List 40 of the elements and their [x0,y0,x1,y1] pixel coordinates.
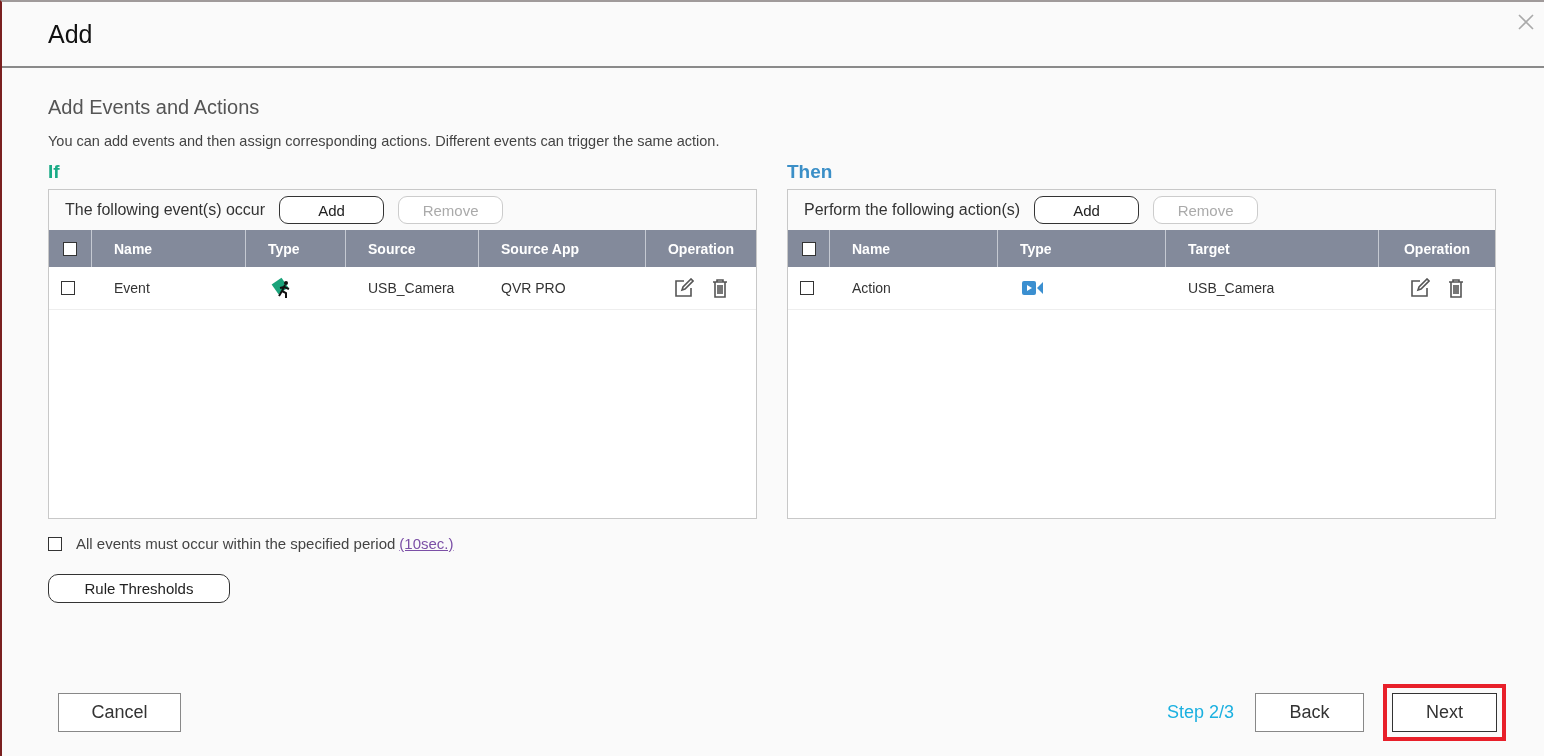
add-button[interactable]: Add [279,196,385,224]
description-text: You can add events and then assign corresponding actions. Different events can trigger the same action. [48,133,721,149]
period-checkbox[interactable] [48,536,62,551]
column-header: Type [246,230,346,267]
row-checkbox[interactable] [800,281,814,295]
column-header: Target [1166,230,1379,267]
period-label: All events must occur within the specified period [76,535,396,552]
next-button[interactable]: Next [1392,692,1497,732]
section-title: Add Events and Actions [48,96,261,119]
column-header: Type [998,230,1166,267]
select-all-checkbox[interactable] [802,241,816,256]
column-header: Name [830,230,998,267]
edit-icon[interactable] [1410,278,1430,298]
panel-caption: Perform the following action(s) [804,201,1021,219]
column-header: Source App [479,230,646,267]
row-checkbox[interactable] [61,281,75,295]
dialog-title: Add [48,19,93,49]
panel-caption: The following event(s) occur [65,201,266,219]
column-header: Name [92,230,246,267]
rule-thresholds-button[interactable]: Rule Thresholds [48,574,230,603]
period-link[interactable]: (10sec.) [399,535,454,552]
table-cell: USB_Camera [1166,267,1379,310]
cancel-button[interactable]: Cancel [58,692,181,732]
table-cell: Event [92,267,246,310]
section-heading: If [48,161,61,183]
edit-icon[interactable] [674,278,694,298]
column-header: Source [346,230,479,267]
select-all-checkbox[interactable] [63,241,77,256]
column-header: Operation [1379,230,1495,267]
add-button[interactable]: Add [1034,196,1140,224]
step-indicator: Step 2/3 [1166,701,1234,723]
table-cell: USB_Camera [346,267,479,310]
video-camera-icon [1022,281,1044,295]
table-cell: QVR PRO [479,267,646,310]
trash-icon[interactable] [1448,278,1464,298]
table-cell: Action [830,267,998,310]
back-button[interactable]: Back [1255,692,1364,732]
column-header: Operation [646,230,756,267]
trash-icon[interactable] [712,278,728,298]
section-heading: Then [787,161,834,183]
